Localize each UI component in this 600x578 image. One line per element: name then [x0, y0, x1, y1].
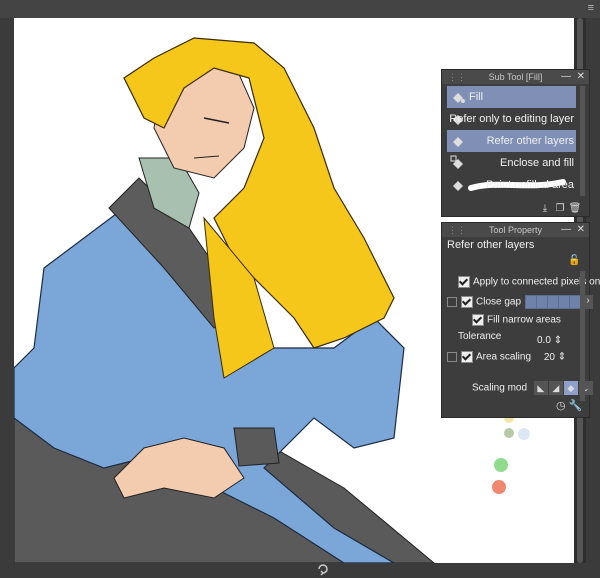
sub-tool-scrollbar[interactable]	[580, 86, 585, 196]
import-icon[interactable]: ⤓	[538, 203, 552, 215]
apply-connected-row[interactable]: Apply to connected pixels only	[458, 276, 600, 288]
sub-tool-label: Fill	[469, 91, 484, 103]
grip-icon[interactable]: ⋮⋮	[448, 223, 466, 237]
checkbox[interactable]	[461, 296, 473, 308]
expand-icon[interactable]	[447, 352, 457, 362]
left-margin	[0, 18, 14, 563]
sub-tool-label: Refer other layers	[486, 135, 574, 147]
color-swatch	[504, 428, 514, 438]
panel-title: Sub Tool [Fill]	[488, 72, 543, 82]
fill-narrow-row[interactable]: Fill narrow areas	[472, 314, 561, 326]
panel-title: Tool Property	[488, 225, 543, 235]
area-scaling-value[interactable]: 20	[544, 352, 555, 363]
scale-mode-option-icon[interactable]: ◢	[548, 381, 563, 395]
expand-icon[interactable]	[447, 297, 457, 307]
sub-tool-item-fill[interactable]: Fill	[447, 86, 576, 108]
reset-icon[interactable]: ◷	[556, 400, 566, 412]
tool-property-titlebar[interactable]: ⋮⋮ Tool Property — ✕	[442, 223, 589, 237]
spinner-icon[interactable]: ⇕	[558, 352, 566, 363]
wrench-icon[interactable]: 🔧	[569, 400, 583, 412]
minimize-icon[interactable]: —	[561, 70, 571, 84]
fill-bucket-icon	[453, 93, 465, 103]
lock-icon[interactable]: 🔓	[568, 255, 580, 266]
sub-tool-item-paint-unfilled[interactable]: Paint unfilled area	[447, 174, 576, 196]
area-scaling-label: Area scaling	[476, 351, 532, 363]
scaling-mode-row[interactable]: Scaling mod ◣ ◢ ◆ ⌄	[472, 381, 594, 395]
fill-narrow-label: Fill narrow areas	[487, 314, 561, 326]
sub-tool-label: Refer only to editing layer	[449, 113, 574, 125]
area-scaling-row[interactable]: Area scaling 20 ⇕	[447, 351, 566, 363]
sub-tool-footer: ⤓ ❐ 🗑	[538, 198, 586, 215]
close-gap-label: Close gap	[476, 296, 522, 308]
sub-tool-list: Fill Refer only to editing layer Refer o…	[447, 86, 576, 196]
rotate-icon[interactable]	[316, 562, 330, 576]
tool-property-scrollbar[interactable]	[580, 271, 585, 401]
sub-tool-label: Enclose and fill	[500, 157, 574, 169]
sub-tool-item-refer-only-editing[interactable]: Refer only to editing layer	[447, 108, 576, 130]
color-swatch	[494, 458, 508, 472]
subtool-name: Refer other layers	[447, 239, 535, 251]
fill-bucket-icon	[453, 137, 463, 147]
hamburger-icon[interactable]: ≡	[588, 2, 594, 14]
checkbox[interactable]	[461, 351, 473, 363]
duplicate-icon[interactable]: ❐	[553, 203, 567, 215]
sub-tool-label: Paint unfilled area	[485, 179, 574, 191]
close-gap-level-selector[interactable]	[525, 295, 582, 309]
tool-property-footer: ◷ 🔧	[556, 399, 582, 412]
bottom-bar	[0, 563, 600, 578]
enclose-fill-icon	[450, 155, 463, 169]
sub-tool-item-refer-other-layers[interactable]: Refer other layers	[447, 130, 576, 152]
close-gap-row[interactable]: Close gap ›	[447, 295, 594, 309]
tolerance-number: 0.0	[537, 335, 551, 346]
grip-icon[interactable]: ⋮⋮	[448, 70, 466, 84]
paint-unfilled-icon	[453, 181, 463, 191]
minimize-icon[interactable]: —	[561, 223, 571, 237]
scale-mode-option-icon[interactable]: ◣	[533, 381, 548, 395]
tolerance-label: Tolerance	[458, 331, 502, 342]
spinner-icon[interactable]: ⇕	[554, 335, 562, 346]
checkbox[interactable]	[458, 276, 470, 288]
close-icon[interactable]: ✕	[577, 70, 585, 84]
color-swatch	[518, 428, 530, 440]
tool-property-panel: ⋮⋮ Tool Property — ✕ Refer other layers …	[441, 222, 600, 418]
color-swatch	[492, 480, 506, 494]
checkbox[interactable]	[472, 314, 484, 326]
tolerance-value[interactable]: 0.0 ⇕	[537, 335, 562, 346]
close-icon[interactable]: ✕	[577, 223, 585, 237]
sub-tool-item-enclose-fill[interactable]: Enclose and fill	[447, 152, 576, 174]
sub-tool-panel: ⋮⋮ Sub Tool [Fill] — ✕ Fill Refer only t…	[441, 69, 590, 217]
scaling-mode-label: Scaling mod	[472, 382, 528, 394]
trash-icon[interactable]: 🗑	[568, 203, 582, 215]
sub-tool-titlebar[interactable]: ⋮⋮ Sub Tool [Fill] — ✕	[442, 70, 589, 84]
scale-mode-option-icon[interactable]: ◆	[563, 381, 578, 395]
top-bar: ≡	[0, 0, 600, 18]
